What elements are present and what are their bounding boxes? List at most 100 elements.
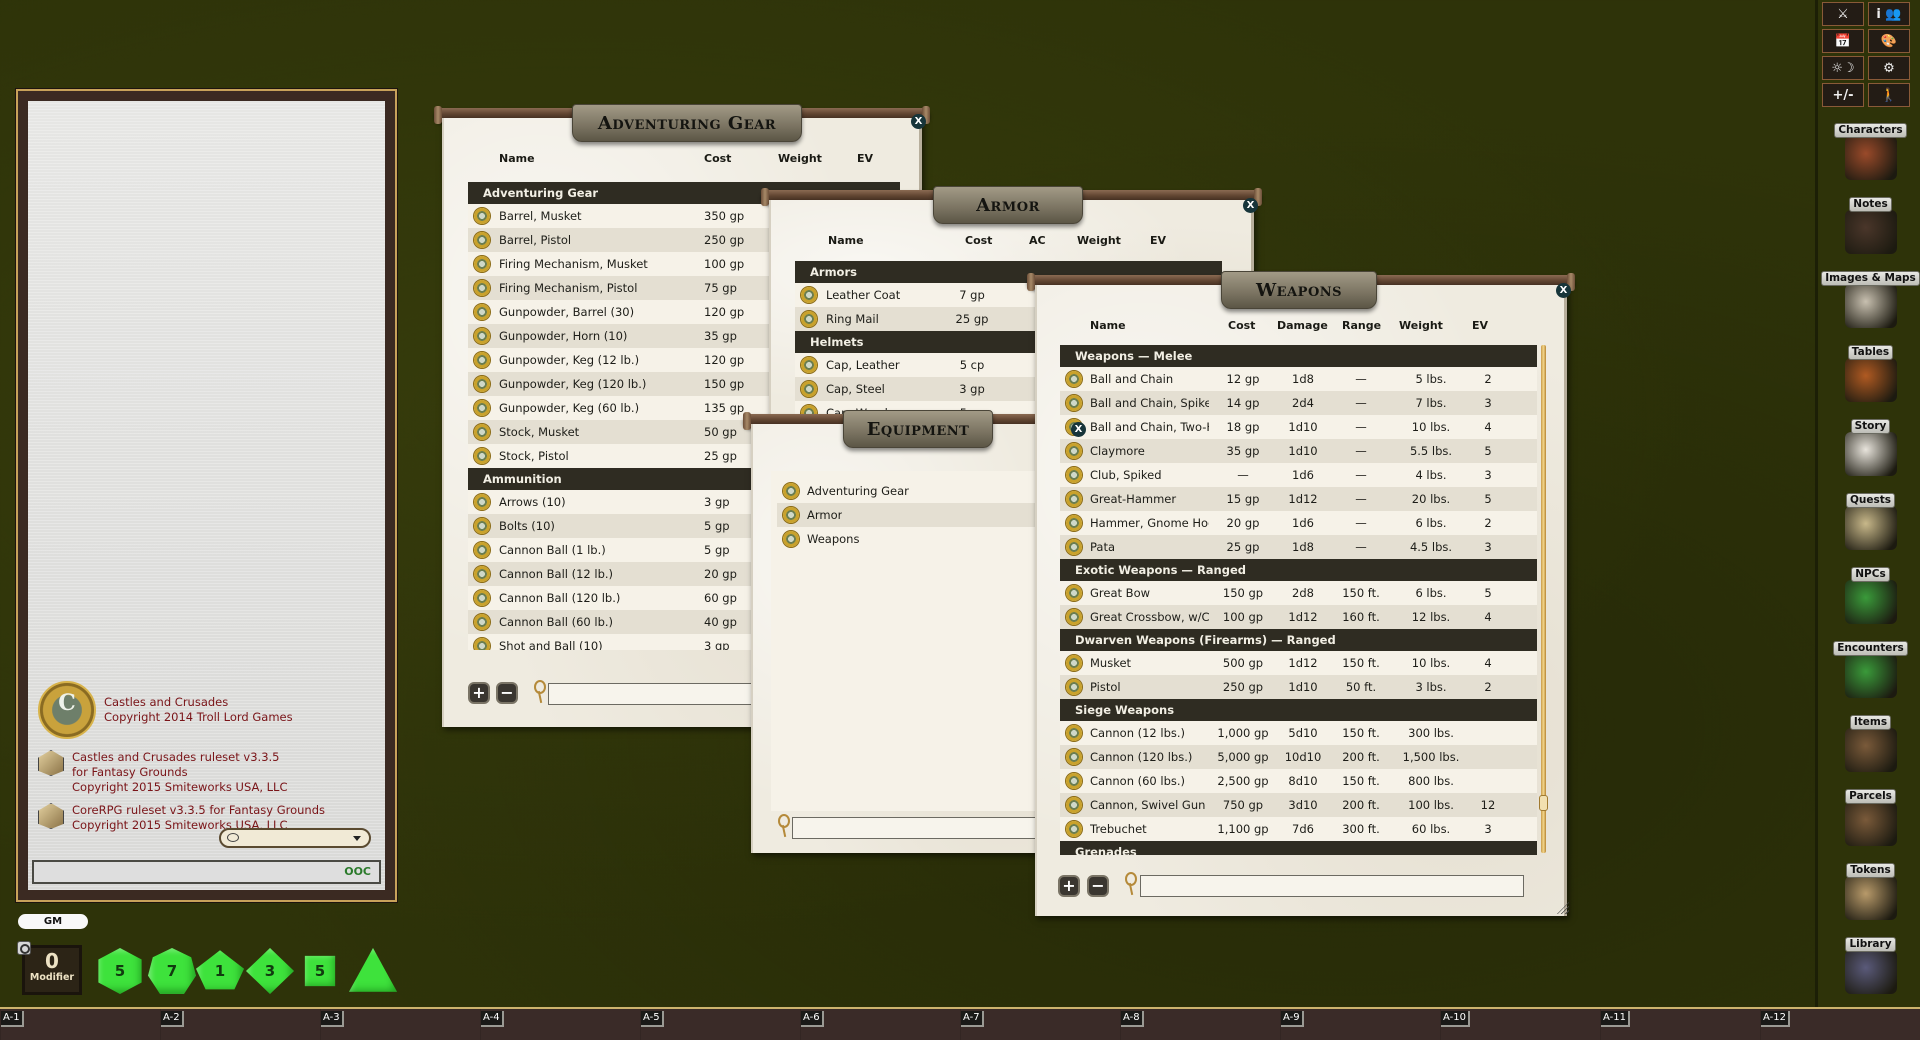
record-link-icon[interactable] <box>1066 797 1082 813</box>
record-link-icon[interactable] <box>474 376 490 392</box>
record-link-icon[interactable] <box>474 352 490 368</box>
close-button[interactable]: X <box>911 114 926 129</box>
record-link-icon[interactable] <box>1066 585 1082 601</box>
record-link-icon[interactable] <box>1066 773 1082 789</box>
record-link-icon[interactable] <box>1066 491 1082 507</box>
record-link-icon[interactable] <box>1066 679 1082 695</box>
party-sheet-button[interactable]: i 👥 <box>1868 2 1910 26</box>
record-link-icon[interactable] <box>1066 371 1082 387</box>
record-link-icon[interactable] <box>474 280 490 296</box>
chat-log[interactable]: Castles and Crusades Copyright 2014 Trol… <box>28 101 385 890</box>
record-link-icon[interactable] <box>801 357 817 373</box>
record-link-icon[interactable] <box>474 542 490 558</box>
category-list[interactable]: Adventuring Gear Armor Weapons <box>771 471 1067 811</box>
column-header-ev[interactable]: EV <box>1472 319 1488 332</box>
hotkey-slot[interactable]: A-6 <box>801 1011 824 1027</box>
table-row[interactable]: Cannon (120 lbs.) 5,000 gp 10d10 200 ft. 1,5… <box>1060 745 1537 769</box>
record-link-icon[interactable] <box>474 614 490 630</box>
sidebar-item-items[interactable]: Items <box>1818 710 1920 772</box>
record-link-icon[interactable] <box>783 531 799 547</box>
window-title[interactable]: Equipment <box>843 410 993 448</box>
d10-die[interactable]: 1 <box>196 950 244 990</box>
calendar-button[interactable]: 📅 <box>1822 29 1864 53</box>
options-button[interactable]: ⚙ <box>1868 56 1910 80</box>
table-row[interactable]: Ball and Chain, Spiked 14 gp 2d4 — 7 lbs. 3 <box>1060 391 1537 415</box>
hotkey-slot[interactable]: A-10 <box>1441 1011 1470 1027</box>
column-header-name[interactable]: Name <box>1090 319 1126 332</box>
remove-button[interactable]: − <box>1087 875 1109 897</box>
combat-tracker-button[interactable]: ⚔ <box>1822 2 1864 26</box>
close-button[interactable]: X <box>1071 422 1086 437</box>
hotkey-slot[interactable]: A-9 <box>1281 1011 1304 1027</box>
column-header-ev[interactable]: EV <box>857 152 873 165</box>
add-button[interactable]: + <box>468 682 490 704</box>
scrollbar-thumb[interactable] <box>1539 795 1548 811</box>
record-link-icon[interactable] <box>783 507 799 523</box>
table-row[interactable]: Pistol 250 gp 1d10 50 ft. 3 lbs. 2 <box>1060 675 1537 699</box>
remove-button[interactable]: − <box>496 682 518 704</box>
column-header-name[interactable]: Name <box>499 152 535 165</box>
record-link-icon[interactable] <box>1066 443 1082 459</box>
effects-button[interactable]: 🚶 <box>1868 83 1910 107</box>
record-link-icon[interactable] <box>801 287 817 303</box>
record-link-icon[interactable] <box>474 494 490 510</box>
window-title[interactable]: Armor <box>933 186 1083 224</box>
record-link-icon[interactable] <box>1066 515 1082 531</box>
search-input[interactable] <box>792 817 1056 839</box>
table-row[interactable]: Great Crossbow, w/Cra 100 gp 1d12 160 ft. 12… <box>1060 605 1537 629</box>
record-link-icon[interactable] <box>474 400 490 416</box>
record-link-icon[interactable] <box>474 590 490 606</box>
record-link-icon[interactable] <box>1066 467 1082 483</box>
close-button[interactable]: X <box>1243 198 1258 213</box>
column-header-cost[interactable]: Cost <box>704 152 731 165</box>
column-header-ev[interactable]: EV <box>1150 234 1166 247</box>
scrollbar[interactable] <box>1541 345 1546 853</box>
chat-input[interactable]: OOC <box>32 860 381 884</box>
table-row[interactable]: Cannon, Swivel Gun (1 750 gp 3d10 200 ft. 10… <box>1060 793 1537 817</box>
sidebar-item-parcels[interactable]: Parcels <box>1818 784 1920 846</box>
modifiers-button[interactable]: +/- <box>1822 83 1864 107</box>
category-item[interactable]: Adventuring Gear <box>777 479 1052 503</box>
table-row[interactable]: Claymore 35 gp 1d10 — 5.5 lbs. 5 <box>1060 439 1537 463</box>
record-link-icon[interactable] <box>474 328 490 344</box>
table-row[interactable]: Hammer, Gnome Hoo 20 gp 1d6 — 6 lbs. 2 <box>1060 511 1537 535</box>
hotkey-slot[interactable]: A-7 <box>961 1011 984 1027</box>
table-row[interactable]: Great-Hammer 15 gp 1d12 — 20 lbs. 5 <box>1060 487 1537 511</box>
record-link-icon[interactable] <box>783 483 799 499</box>
table-row[interactable]: Pata 25 gp 1d8 — 4.5 lbs. 3 <box>1060 535 1537 559</box>
record-link-icon[interactable] <box>801 311 817 327</box>
column-header-cost[interactable]: Cost <box>1228 319 1255 332</box>
hotkey-slot[interactable]: A-3 <box>321 1011 344 1027</box>
record-link-icon[interactable] <box>1066 395 1082 411</box>
record-link-icon[interactable] <box>474 232 490 248</box>
column-header-weight[interactable]: Weight <box>1077 234 1121 247</box>
hotkey-slot[interactable]: A-4 <box>481 1011 504 1027</box>
d4-die[interactable] <box>349 948 397 992</box>
gear-icon[interactable] <box>17 941 31 955</box>
record-link-icon[interactable] <box>1066 655 1082 671</box>
table-row[interactable]: Ball and Chain, Two-Ha 18 gp 1d10 — 10 lbs. 4 <box>1060 415 1537 439</box>
table-row[interactable]: Musket 500 gp 1d12 150 ft. 10 lbs. 4 <box>1060 651 1537 675</box>
record-link-icon[interactable] <box>474 566 490 582</box>
record-link-icon[interactable] <box>474 208 490 224</box>
d20-die[interactable]: 5 <box>98 948 142 994</box>
column-header-range[interactable]: Range <box>1342 319 1381 332</box>
column-header-damage[interactable]: Damage <box>1277 319 1328 332</box>
column-header-weight[interactable]: Weight <box>778 152 822 165</box>
record-link-icon[interactable] <box>1066 539 1082 555</box>
record-link-icon[interactable] <box>474 448 490 464</box>
record-link-icon[interactable] <box>474 638 490 650</box>
record-link-icon[interactable] <box>1066 609 1082 625</box>
item-list[interactable]: Weapons — Melee Ball and Chain 12 gp 1d8 — 5 … <box>1060 345 1537 855</box>
d8-die[interactable]: 3 <box>246 948 294 994</box>
column-header-weight[interactable]: Weight <box>1399 319 1443 332</box>
table-row[interactable]: Cannon (12 lbs.) 1,000 gp 5d10 150 ft. 300 l… <box>1060 721 1537 745</box>
add-button[interactable]: + <box>1058 875 1080 897</box>
d6-die[interactable]: 5 <box>304 955 336 987</box>
sidebar-item-characters[interactable]: Characters <box>1818 118 1920 180</box>
column-header-ac[interactable]: AC <box>1029 234 1046 247</box>
sidebar-item-quests[interactable]: Quests <box>1818 488 1920 550</box>
table-row[interactable]: Club, Spiked — 1d6 — 4 lbs. 3 <box>1060 463 1537 487</box>
hotkey-slot[interactable]: A-2 <box>161 1011 184 1027</box>
record-link-icon[interactable] <box>474 424 490 440</box>
